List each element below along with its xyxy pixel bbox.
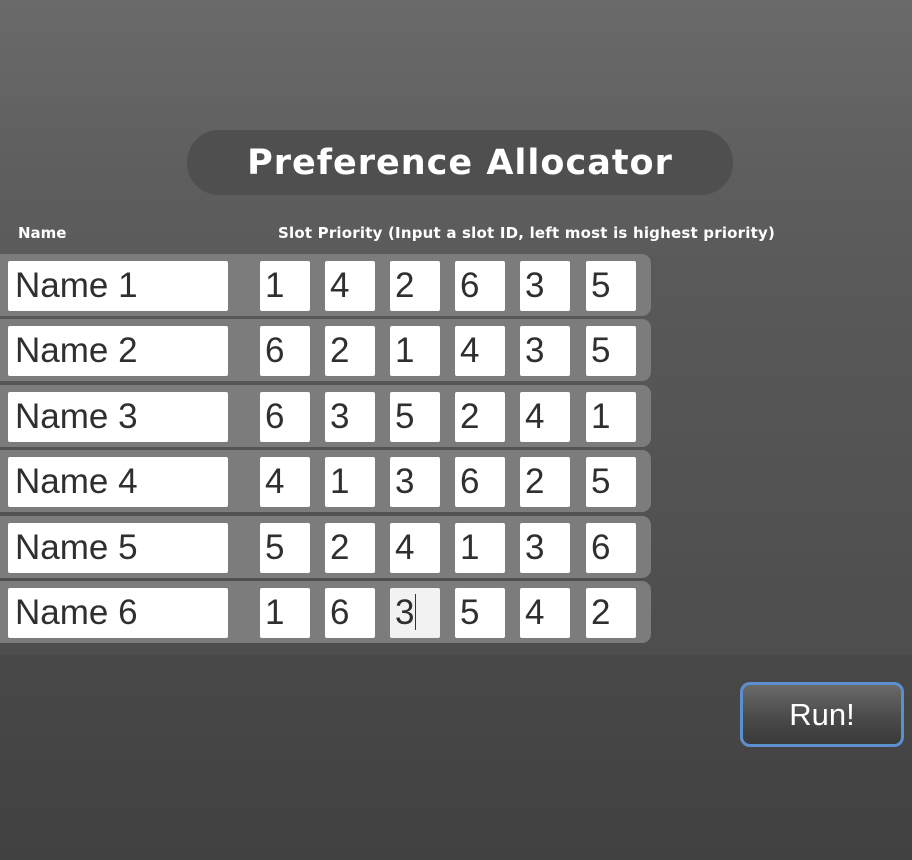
slot-input[interactable]: 4 <box>520 587 570 638</box>
slot-input[interactable]: 5 <box>586 457 636 508</box>
slot-input[interactable]: 4 <box>390 522 440 573</box>
slot-input[interactable]: 3 <box>325 391 375 442</box>
name-input[interactable]: Name 2 <box>8 326 228 377</box>
preference-rows: Name 1 1 4 2 6 3 5 Name 2 6 2 1 4 3 5 Na… <box>0 254 651 646</box>
slot-input[interactable]: 2 <box>455 391 505 442</box>
slot-input[interactable]: 3 <box>520 326 570 377</box>
preference-row-6: Name 6 1 6 3 5 4 2 <box>0 580 651 643</box>
slot-input[interactable]: 6 <box>260 391 310 442</box>
slot-input[interactable]: 1 <box>260 261 310 311</box>
slot-input[interactable]: 2 <box>325 326 375 377</box>
slot-input[interactable]: 2 <box>520 457 570 508</box>
slot-input[interactable]: 1 <box>325 457 375 508</box>
slot-input[interactable]: 3 <box>520 261 570 311</box>
slot-input[interactable]: 1 <box>586 391 636 442</box>
name-input[interactable]: Name 3 <box>8 391 228 442</box>
slot-input[interactable]: 1 <box>260 587 310 638</box>
name-input[interactable]: Name 6 <box>8 587 228 638</box>
name-input[interactable]: Name 5 <box>8 522 228 573</box>
slot-input[interactable]: 2 <box>390 261 440 311</box>
slot-input[interactable]: 5 <box>586 261 636 311</box>
slot-input[interactable]: 1 <box>455 522 505 573</box>
preference-row-4: Name 4 4 1 3 6 2 5 <box>0 450 651 513</box>
slot-input[interactable]: 4 <box>260 457 310 508</box>
page-title: Preference Allocator <box>247 142 673 183</box>
preference-row-5: Name 5 5 2 4 1 3 6 <box>0 515 651 578</box>
slot-input[interactable]: 5 <box>390 391 440 442</box>
slot-input[interactable]: 5 <box>260 522 310 573</box>
name-input[interactable]: Name 1 <box>8 261 228 311</box>
slot-input[interactable]: 4 <box>325 261 375 311</box>
slot-input[interactable]: 5 <box>455 587 505 638</box>
slot-input[interactable]: 6 <box>455 457 505 508</box>
slot-priority-column-header: Slot Priority (Input a slot ID, left mos… <box>278 224 776 242</box>
slot-input[interactable]: 1 <box>390 326 440 377</box>
text-caret <box>415 593 417 630</box>
slot-input[interactable]: 6 <box>455 261 505 311</box>
preference-row-3: Name 3 6 3 5 2 4 1 <box>0 384 651 447</box>
slot-input[interactable]: 2 <box>586 587 636 638</box>
slot-input[interactable]: 4 <box>455 326 505 377</box>
slot-input[interactable]: 6 <box>260 326 310 377</box>
title-banner: Preference Allocator <box>187 130 733 195</box>
slot-input[interactable]: 6 <box>325 587 375 638</box>
preference-row-2: Name 2 6 2 1 4 3 5 <box>0 319 651 382</box>
preference-row-1: Name 1 1 4 2 6 3 5 <box>0 254 651 316</box>
slot-input[interactable]: 2 <box>325 522 375 573</box>
slot-input[interactable]: 4 <box>520 391 570 442</box>
slot-input[interactable]: 5 <box>586 326 636 377</box>
name-column-header: Name <box>18 224 67 242</box>
slot-input[interactable]: 6 <box>586 522 636 573</box>
slot-value: 3 <box>395 592 415 632</box>
slot-input[interactable]: 3 <box>390 457 440 508</box>
name-input[interactable]: Name 4 <box>8 457 228 508</box>
slot-input[interactable]: 3 <box>520 522 570 573</box>
run-button[interactable]: Run! <box>740 682 904 747</box>
slot-input-focused[interactable]: 3 <box>390 587 440 638</box>
